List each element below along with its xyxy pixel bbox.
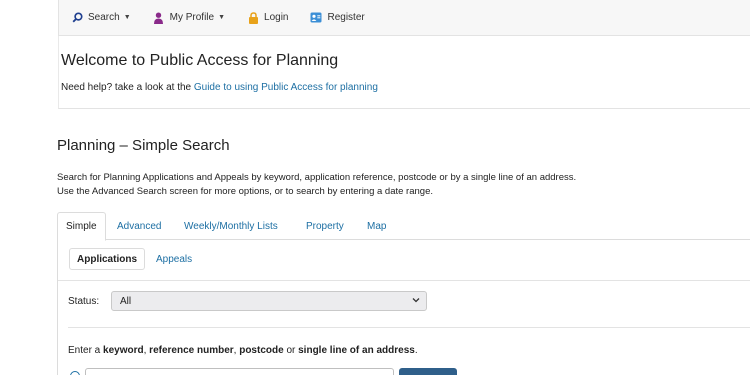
- instruction-text: Enter a: [68, 345, 104, 356]
- register-card-icon: [310, 12, 322, 24]
- status-select-value: All: [120, 295, 132, 307]
- search-description: Search for Planning Applications and App…: [57, 171, 576, 199]
- search-icon: [71, 12, 83, 24]
- top-navbar: Search ▼ My Profile ▼ Login Register: [58, 0, 750, 36]
- instruction-postcode: postcode: [239, 345, 284, 356]
- instruction-address: single line of an address: [298, 345, 415, 356]
- instruction-reference-number: reference number: [149, 345, 234, 356]
- description-line-2: Use the Advanced Search screen for more …: [57, 186, 433, 197]
- status-label: Status:: [68, 296, 100, 307]
- instruction-text: or: [283, 345, 299, 356]
- search-tabs: Simple Advanced Weekly/Monthly Lists Pro…: [57, 212, 750, 241]
- tab-map[interactable]: Map: [359, 212, 394, 240]
- subtab-appeals[interactable]: Appeals: [149, 248, 199, 270]
- status-select[interactable]: All: [111, 291, 427, 311]
- tab-advanced[interactable]: Advanced: [109, 212, 169, 240]
- search-instruction: Enter a keyword, reference number, postc…: [68, 345, 418, 356]
- tab-property[interactable]: Property: [298, 212, 352, 240]
- subtab-applications[interactable]: Applications: [69, 248, 146, 270]
- caret-down-icon: ▼: [218, 14, 226, 21]
- search-button[interactable]: [399, 368, 457, 375]
- welcome-panel: Welcome to Public Access for Planning Ne…: [58, 36, 750, 109]
- tab-simple[interactable]: Simple: [57, 212, 106, 241]
- lock-icon: [247, 11, 259, 24]
- nav-my-profile-label: My Profile: [169, 12, 215, 23]
- instruction-keyword: keyword: [103, 345, 144, 356]
- guide-link[interactable]: Guide to using Public Access for plannin…: [194, 82, 378, 93]
- divider: [58, 280, 750, 281]
- nav-register[interactable]: Register: [310, 12, 365, 24]
- description-line-1: Search for Planning Applications and App…: [57, 172, 577, 183]
- help-icon[interactable]: [70, 371, 80, 375]
- caret-down-icon: ▼: [123, 14, 131, 21]
- search-input[interactable]: [85, 368, 394, 375]
- nav-search[interactable]: Search ▼: [71, 12, 131, 24]
- nav-search-label: Search: [88, 12, 120, 23]
- nav-login-label: Login: [264, 12, 289, 23]
- divider: [68, 327, 750, 328]
- tab-weekly-monthly-lists[interactable]: Weekly/Monthly Lists: [176, 212, 286, 240]
- welcome-title: Welcome to Public Access for Planning: [61, 52, 339, 69]
- help-text: Need help? take a look at the Guide to u…: [61, 82, 378, 93]
- user-icon: [153, 12, 165, 24]
- nav-my-profile[interactable]: My Profile ▼: [153, 12, 225, 24]
- help-prefix: Need help? take a look at the: [61, 82, 194, 93]
- instruction-text: .: [414, 345, 418, 356]
- nav-login[interactable]: Login: [247, 11, 289, 24]
- search-panel: Applications Appeals Status: All Enter a…: [57, 240, 750, 375]
- page-title: Planning – Simple Search: [57, 137, 230, 154]
- nav-register-label: Register: [327, 12, 365, 23]
- chevron-down-icon: [412, 296, 420, 306]
